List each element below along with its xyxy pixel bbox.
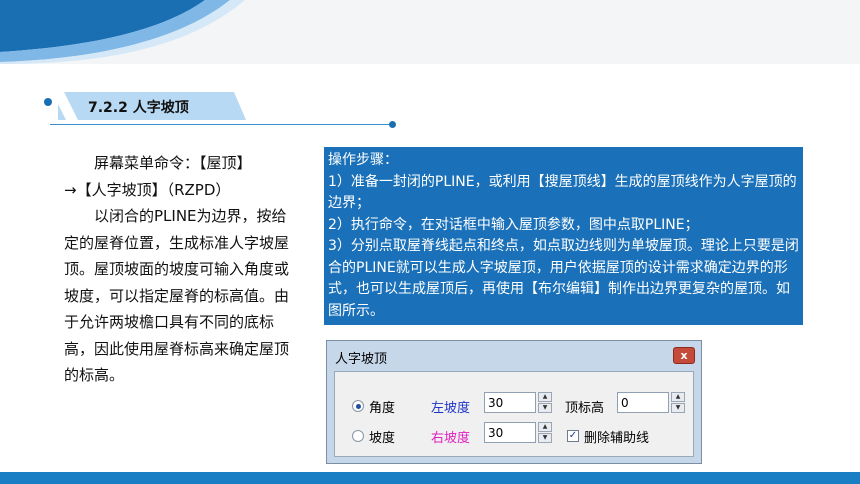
left-slope-spinner[interactable]: ▲ ▼	[538, 392, 552, 413]
spin-down-icon[interactable]: ▼	[538, 403, 552, 413]
section-underline	[50, 124, 393, 125]
wave-graphic	[0, 0, 245, 64]
spin-down-icon[interactable]: ▼	[671, 403, 685, 413]
description-paragraph: 以闭合的PLINE为边界，按给定的屋脊位置，生成标准人字坡屋顶。屋顶坡面的坡度可…	[64, 207, 290, 384]
dialog-body: 角度 坡度 左坡度 ▲ ▼ 右坡度 ▲ ▼ 顶标高 ▲ ▼ ✓ 删除辅助线	[334, 371, 694, 457]
left-slope-input[interactable]	[484, 392, 536, 413]
ridge-height-input[interactable]	[617, 392, 669, 413]
steps-box: 操作步骤： 1）准备一封闭的PLINE，或利用【搜屋顶线】生成的屋顶线作为人字屋…	[324, 147, 803, 325]
roof-dialog: 人字坡顶 x 角度 坡度 左坡度 ▲ ▼ 右坡度 ▲ ▼ 顶标高 ▲ ▼ ✓ 删…	[326, 340, 702, 464]
step-1: 1）准备一封闭的PLINE，或利用【搜屋顶线】生成的屋顶线作为人字屋顶的边界；	[328, 173, 797, 212]
left-slope-label: 左坡度	[431, 401, 471, 416]
section-dot-right	[389, 121, 396, 128]
step-3: 3）分别点取屋脊线起点和终点，如点取边线则为单坡屋顶。理论上只要是闭合的PLIN…	[328, 238, 799, 319]
command-path-line: →【人字坡顶】（RZPD）	[64, 180, 231, 199]
section-title: 7.2.2 人字坡顶	[88, 100, 189, 116]
spin-up-icon[interactable]: ▲	[538, 422, 552, 432]
bottom-bar	[0, 472, 860, 484]
spin-down-icon[interactable]: ▼	[538, 433, 552, 443]
delete-aux-checkbox[interactable]: ✓	[567, 430, 579, 442]
close-button[interactable]: x	[673, 347, 695, 364]
description-text: 屏幕菜单命令：【屋顶】 →【人字坡顶】（RZPD） 以闭合的PLINE为边界，按…	[64, 150, 296, 389]
top-decorative-wave	[0, 0, 860, 64]
ridge-height-label: 顶标高	[565, 401, 605, 416]
right-slope-input[interactable]	[484, 422, 536, 443]
radio-slope-label[interactable]: 坡度	[369, 427, 395, 446]
spin-up-icon[interactable]: ▲	[538, 392, 552, 402]
section-dot-left	[44, 98, 52, 106]
ridge-height-spinner[interactable]: ▲ ▼	[671, 392, 685, 413]
spin-up-icon[interactable]: ▲	[671, 392, 685, 402]
dialog-title: 人字坡顶	[335, 352, 388, 367]
delete-aux-label[interactable]: 删除辅助线	[584, 427, 649, 446]
right-slope-spinner[interactable]: ▲ ▼	[538, 422, 552, 443]
steps-heading: 操作步骤：	[328, 152, 398, 168]
radio-angle[interactable]	[352, 400, 364, 412]
radio-slope[interactable]	[352, 430, 364, 442]
right-slope-label: 右坡度	[431, 431, 471, 446]
menu-command-line: 屏幕菜单命令：【屋顶】	[94, 154, 252, 172]
step-2: 2）执行命令，在对话框中输入屋顶参数，图中点取PLINE；	[328, 216, 699, 233]
radio-angle-label[interactable]: 角度	[369, 397, 395, 416]
